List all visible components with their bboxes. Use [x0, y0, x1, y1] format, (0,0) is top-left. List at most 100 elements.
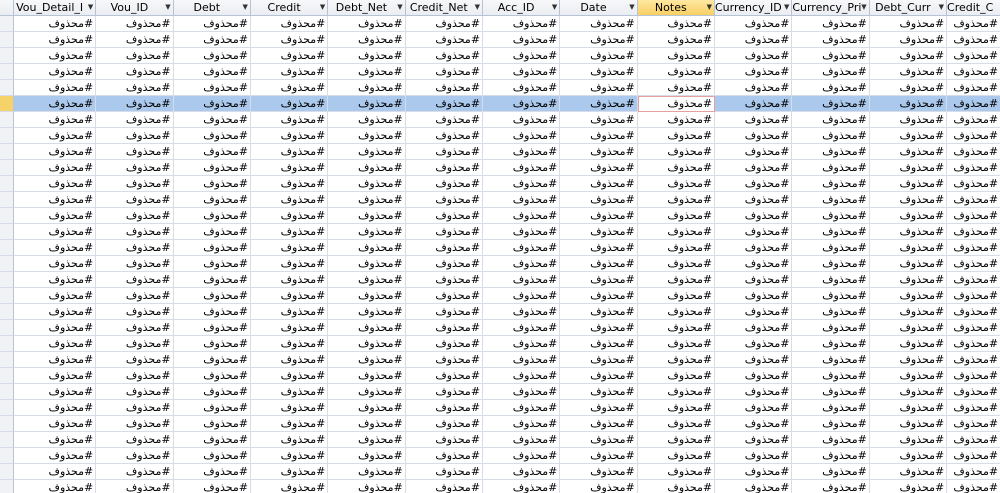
table-cell[interactable]: #محذوف [250, 176, 329, 192]
table-cell[interactable]: #محذوف [637, 48, 716, 64]
table-cell[interactable]: #محذوف [947, 304, 1000, 320]
table-cell[interactable]: #محذوف [250, 400, 329, 416]
table-row[interactable]: #محذوف #محذوف #محذوف #محذوف #محذوف #محذوف #محذ… [0, 240, 1000, 256]
table-cell[interactable]: #محذوف [715, 320, 793, 336]
table-row[interactable]: #محذوف #محذوف #محذوف #محذوف #محذوف #محذوف #محذ… [0, 208, 1000, 224]
table-cell[interactable]: #محذوف [96, 320, 174, 336]
table-cell[interactable]: #محذوف [869, 32, 948, 48]
table-row[interactable]: #محذوف #محذوف #محذوف #محذوف #محذوف #محذوف #محذ… [0, 416, 1000, 432]
table-cell[interactable]: #محذوف [14, 464, 97, 480]
table-row[interactable]: #محذوف #محذوف #محذوف #محذوف #محذوف #محذوف #محذ… [0, 32, 1000, 48]
table-cell[interactable]: #محذوف [405, 48, 484, 64]
table-cell[interactable]: #محذوف [328, 64, 406, 80]
row-selector[interactable] [0, 272, 14, 288]
table-cell[interactable]: #محذوف [96, 16, 174, 32]
table-cell[interactable]: #محذوف [405, 96, 484, 112]
table-cell[interactable]: #محذوف [715, 288, 793, 304]
table-cell[interactable]: #محذوف [792, 272, 870, 288]
table-row[interactable]: #محذوف #محذوف #محذوف #محذوف #محذوف #محذوف #محذ… [0, 320, 1000, 336]
table-cell[interactable]: #محذوف [405, 288, 484, 304]
table-cell[interactable]: #محذوف [250, 416, 329, 432]
table-cell[interactable]: #محذوف [869, 288, 948, 304]
table-cell[interactable]: #محذوف [483, 128, 561, 144]
table-cell[interactable]: #محذوف [405, 192, 484, 208]
table-cell[interactable]: #محذوف [715, 384, 793, 400]
column-header[interactable]: Credit ▼ [250, 0, 329, 16]
table-cell[interactable]: #محذوف [250, 224, 329, 240]
table-cell[interactable]: #محذوف [173, 336, 251, 352]
table-cell[interactable]: #محذوف [715, 80, 793, 96]
table-cell[interactable]: #محذوف [250, 288, 329, 304]
table-cell[interactable]: #محذوف [792, 176, 870, 192]
table-cell[interactable]: #محذوف [250, 80, 329, 96]
table-cell[interactable]: #محذوف [715, 16, 793, 32]
table-cell[interactable]: #محذوف [173, 176, 251, 192]
table-cell[interactable]: #محذوف [560, 464, 638, 480]
table-cell[interactable]: #محذوف [14, 32, 97, 48]
table-cell[interactable]: #محذوف [715, 144, 793, 160]
table-cell[interactable]: #محذوف [869, 160, 948, 176]
table-cell[interactable]: #محذوف [483, 176, 561, 192]
table-cell[interactable]: #محذوف [96, 144, 174, 160]
table-cell[interactable]: #محذوف [869, 352, 948, 368]
row-selector[interactable] [0, 160, 14, 176]
table-cell[interactable]: #محذوف [328, 416, 406, 432]
table-cell[interactable]: #محذوف [869, 64, 948, 80]
table-cell[interactable]: #محذوف [328, 336, 406, 352]
table-cell[interactable]: #محذوف [328, 304, 406, 320]
dropdown-arrow-icon[interactable]: ▼ [552, 0, 557, 15]
table-cell[interactable]: #محذوف [715, 256, 793, 272]
table-cell[interactable]: #محذوف [96, 256, 174, 272]
table-cell[interactable]: #محذوف [14, 240, 97, 256]
row-selector[interactable] [0, 16, 14, 32]
table-cell[interactable]: #محذوف [869, 400, 948, 416]
table-cell[interactable]: #محذوف [560, 368, 638, 384]
table-cell[interactable]: #محذوف [869, 128, 948, 144]
table-cell[interactable]: #محذوف [792, 128, 870, 144]
table-cell[interactable]: #محذوف [792, 192, 870, 208]
row-selector[interactable] [0, 128, 14, 144]
table-cell[interactable]: #محذوف [638, 480, 716, 493]
table-cell[interactable]: #محذوف [792, 208, 870, 224]
table-cell[interactable]: #محذوف [14, 432, 97, 448]
table-row[interactable]: #محذوف #محذوف #محذوف #محذوف #محذوف #محذوف #محذ… [0, 368, 1000, 384]
row-selector[interactable] [0, 464, 14, 480]
table-cell[interactable]: #محذوف [792, 320, 870, 336]
table-cell[interactable]: #محذوف [869, 208, 948, 224]
table-cell[interactable]: #محذوف [483, 288, 561, 304]
column-header[interactable]: Acc_ID ▼ [482, 0, 561, 16]
table-cell[interactable]: #محذوف [14, 400, 97, 416]
table-row[interactable]: #محذوف #محذوف #محذوف #محذوف #محذوف #محذوف #محذ… [0, 384, 1000, 400]
table-cell[interactable]: #محذوف [792, 96, 870, 112]
table-cell[interactable]: #محذوف [173, 32, 251, 48]
table-cell[interactable]: #محذوف [250, 256, 329, 272]
table-cell[interactable]: #محذوف [947, 192, 1000, 208]
table-cell[interactable]: #محذوف [250, 352, 329, 368]
table-cell[interactable]: #محذوف [328, 384, 406, 400]
table-cell[interactable]: #محذوف [637, 176, 716, 192]
table-cell[interactable]: #محذوف [947, 32, 1000, 48]
table-cell[interactable]: #محذوف [173, 320, 251, 336]
table-row[interactable]: #محذوف #محذوف #محذوف #محذوف #محذوف #محذوف #محذ… [0, 144, 1000, 160]
table-cell[interactable]: #محذوف [947, 352, 1000, 368]
table-cell[interactable]: #محذوف [96, 208, 174, 224]
table-cell[interactable]: #محذوف [173, 160, 251, 176]
table-row[interactable]: #محذوف #محذوف #محذوف #محذوف #محذوف #محذوف #محذ… [0, 400, 1000, 416]
table-cell[interactable]: #محذوف [173, 304, 251, 320]
table-cell[interactable]: #محذوف [947, 400, 1000, 416]
table-cell[interactable]: #محذوف [96, 32, 174, 48]
table-cell[interactable]: #محذوف [14, 80, 97, 96]
table-cell[interactable]: #محذوف [792, 416, 870, 432]
table-cell[interactable]: #محذوف [250, 160, 329, 176]
table-cell[interactable]: #محذوف [328, 128, 406, 144]
column-header[interactable]: Debt_Net ▼ [328, 0, 406, 16]
table-cell[interactable]: #محذوف [328, 112, 406, 128]
table-cell[interactable]: #محذوف [715, 112, 793, 128]
table-cell[interactable]: #محذوف [328, 352, 406, 368]
table-cell[interactable]: #محذوف [328, 16, 406, 32]
table-row[interactable]: #محذوف #محذوف #محذوف #محذوف #محذوف #محذوف #محذ… [0, 80, 1000, 96]
table-cell[interactable]: #محذوف [637, 320, 716, 336]
table-cell[interactable]: #محذوف [173, 368, 251, 384]
table-cell[interactable]: #محذوف [947, 160, 1000, 176]
table-cell[interactable]: #محذوف [715, 448, 793, 464]
